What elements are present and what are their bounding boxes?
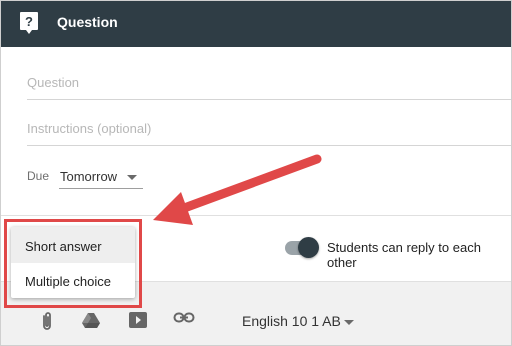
question-dialog: ? Question Question Instructions (option…	[0, 0, 512, 346]
annotation-arrow	[153, 154, 322, 225]
